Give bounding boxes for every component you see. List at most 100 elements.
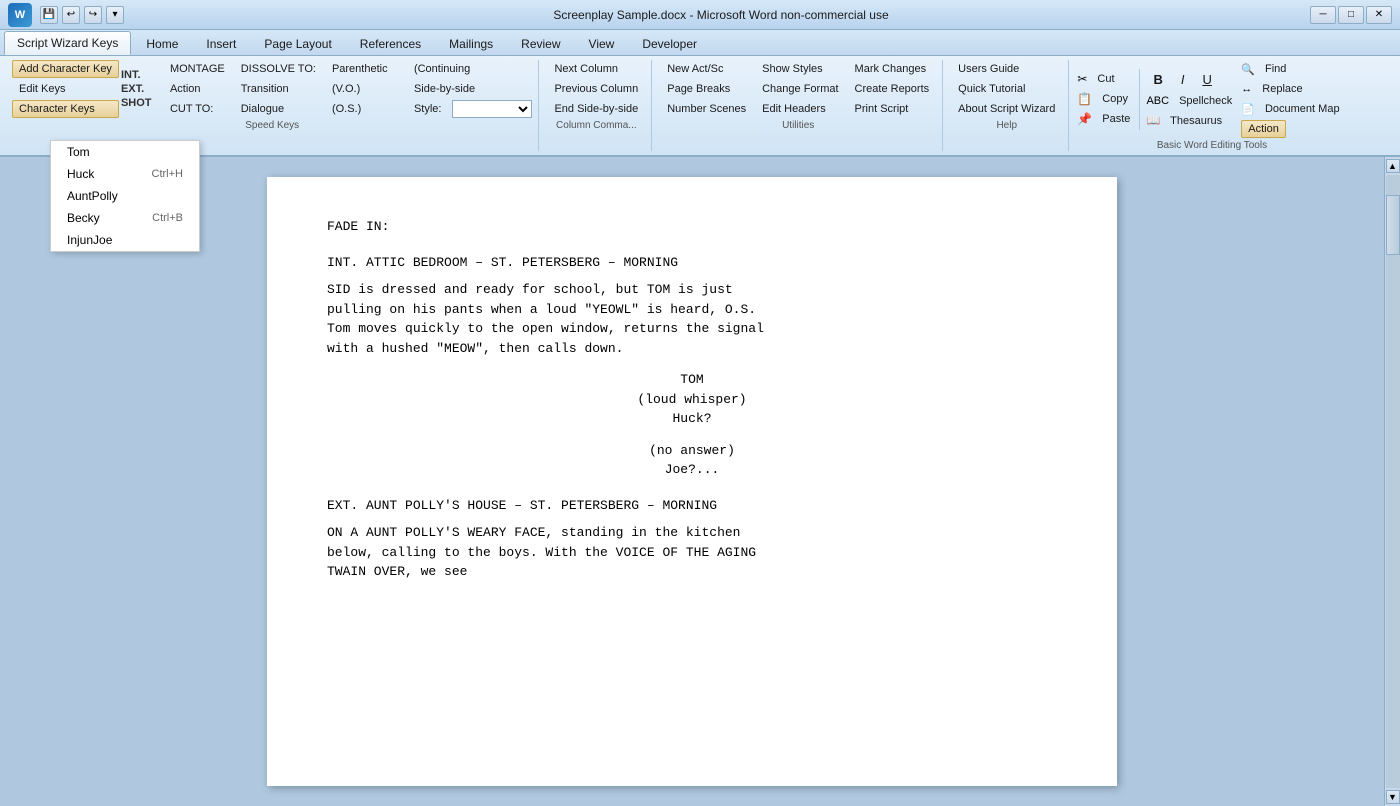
dialogue-2: Joe?...	[327, 460, 1057, 480]
underline-btn[interactable]: U	[1195, 69, 1218, 90]
action-type-btn[interactable]: Action	[163, 80, 232, 98]
newactsc-btn[interactable]: New Act/Sc	[660, 60, 753, 78]
end-sidebyside-btn[interactable]: End Side-by-side	[547, 100, 645, 118]
dialogue-btn[interactable]: Dialogue	[234, 100, 323, 118]
quick-access-toolbar: 💾 ↩ ↪ ▾	[40, 6, 124, 24]
pagebreaks-btn[interactable]: Page Breaks	[660, 80, 753, 98]
ribbon: Add Character Key Edit Keys Character Ke…	[0, 56, 1400, 157]
action-block-1: SID is dressed and ready for school, but…	[327, 280, 1057, 358]
ribbon-column-row: Next Column Previous Column End Side-by-…	[547, 60, 645, 118]
redo-btn[interactable]: ↪	[84, 6, 102, 24]
quicktutorial-btn[interactable]: Quick Tutorial	[951, 80, 1062, 98]
ribbon-col-column-cmds: Next Column Previous Column End Side-by-…	[547, 60, 645, 118]
scroll-up-arrow[interactable]: ▲	[1386, 159, 1400, 173]
ribbon-col-help: Users Guide Quick Tutorial About Script …	[951, 60, 1062, 118]
customize-btn[interactable]: ▾	[106, 6, 124, 24]
style-label: Style:	[407, 100, 449, 118]
dialogue-1: Huck?	[327, 409, 1057, 429]
paste-btn[interactable]: Paste	[1095, 110, 1137, 128]
minimize-btn[interactable]: ─	[1310, 6, 1336, 24]
cut-btn[interactable]: Cut	[1090, 70, 1121, 88]
tab-script-wizard-keys[interactable]: Script Wizard Keys	[4, 31, 131, 55]
numscenes-btn[interactable]: Number Scenes	[660, 100, 753, 118]
ribbon-col-clipboard: ✂ Cut 📋 Copy 📌 Paste	[1077, 70, 1137, 128]
action-tab-btn[interactable]: Action	[1241, 120, 1286, 138]
tab-home[interactable]: Home	[133, 32, 191, 55]
editheaders-btn[interactable]: Edit Headers	[755, 100, 845, 118]
logo-text: W	[15, 9, 25, 21]
bold-btn[interactable]: B	[1146, 69, 1169, 90]
ribbon-group-column: Next Column Previous Column End Side-by-…	[541, 60, 652, 151]
scroll-down-arrow[interactable]: ▼	[1386, 790, 1400, 804]
ribbon-col-utilities2: Show Styles Change Format Edit Headers	[755, 60, 845, 118]
ribbon-col-parens: Parenthetic (V.O.) (O.S.)	[325, 60, 405, 118]
undo-btn[interactable]: ↩	[62, 6, 80, 24]
tab-developer[interactable]: Developer	[629, 32, 710, 55]
character-keys-btn[interactable]: Character Keys	[12, 100, 119, 118]
tab-review[interactable]: Review	[508, 32, 573, 55]
column-comma-label: Column Comma...	[547, 120, 645, 131]
copy-btn[interactable]: Copy	[1095, 90, 1135, 108]
close-btn[interactable]: ✕	[1366, 6, 1392, 24]
dropdown-item-auntpolly[interactable]: AuntPolly	[51, 185, 199, 207]
documentmap-btn[interactable]: Document Map	[1258, 100, 1347, 118]
dropdown-item-huck[interactable]: Huck Ctrl+H	[51, 163, 199, 185]
scrollbar-thumb[interactable]	[1386, 195, 1400, 255]
tab-page-layout[interactable]: Page Layout	[251, 32, 344, 55]
window-controls: ─ □ ✕	[1310, 6, 1392, 24]
thesaurus-btn[interactable]: Thesaurus	[1163, 112, 1229, 130]
style-dropdown[interactable]	[452, 100, 532, 118]
ribbon-col-montage: MONTAGE Action CUT TO:	[163, 60, 232, 118]
vo-btn[interactable]: (V.O.)	[325, 80, 405, 98]
next-column-btn[interactable]: Next Column	[547, 60, 645, 78]
dissolve-btn[interactable]: DISSOLVE TO:	[234, 60, 323, 78]
dropdown-item-injunjoe[interactable]: InjunJoe	[51, 229, 199, 251]
action-block-2: ON A AUNT POLLY'S WEARY FACE, standing i…	[327, 523, 1057, 582]
ribbon-group-help: Users Guide Quick Tutorial About Script …	[945, 60, 1069, 151]
printscript-btn[interactable]: Print Script	[848, 100, 937, 118]
scene-heading-1: INT. ATTIC BEDROOM – ST. PETERSBERG – MO…	[327, 253, 1057, 273]
usersguide-btn[interactable]: Users Guide	[951, 60, 1062, 78]
showstyles-btn[interactable]: Show Styles	[755, 60, 845, 78]
prev-column-btn[interactable]: Previous Column	[547, 80, 645, 98]
add-character-key-btn[interactable]: Add Character Key	[12, 60, 119, 78]
restore-btn[interactable]: □	[1338, 6, 1364, 24]
document-scroll[interactable]: FADE IN: INT. ATTIC BEDROOM – ST. PETERS…	[0, 157, 1384, 806]
italic-btn[interactable]: I	[1174, 69, 1192, 90]
save-quick-btn[interactable]: 💾	[40, 6, 58, 24]
replace-btn[interactable]: Replace	[1255, 80, 1309, 98]
speedkeys-label: Speed Keys	[12, 120, 532, 131]
changeformat-btn[interactable]: Change Format	[755, 80, 845, 98]
spellcheck-btn[interactable]: Spellcheck	[1172, 92, 1239, 110]
document-page: FADE IN: INT. ATTIC BEDROOM – ST. PETERS…	[267, 177, 1117, 786]
cutto-btn[interactable]: CUT TO:	[163, 100, 232, 118]
title-bar: W 💾 ↩ ↪ ▾ Screenplay Sample.docx - Micro…	[0, 0, 1400, 30]
character-keys-dropdown: Tom Huck Ctrl+H AuntPolly Becky Ctrl+B I…	[50, 140, 200, 252]
edit-keys-btn[interactable]: Edit Keys	[12, 80, 119, 98]
createreports-btn[interactable]: Create Reports	[848, 80, 937, 98]
find-btn[interactable]: Find	[1258, 60, 1293, 78]
os-btn[interactable]: (O.S.)	[325, 100, 405, 118]
tab-view[interactable]: View	[576, 32, 628, 55]
tab-references[interactable]: References	[347, 32, 434, 55]
document-container: FADE IN: INT. ATTIC BEDROOM – ST. PETERS…	[0, 157, 1400, 806]
dropdown-item-huck-label: Huck	[67, 167, 142, 181]
markchanges-btn[interactable]: Mark Changes	[848, 60, 937, 78]
dropdown-item-tom[interactable]: Tom	[51, 141, 199, 163]
continuing-btn[interactable]: (Continuing	[407, 60, 533, 78]
montage-btn[interactable]: MONTAGE	[163, 60, 232, 78]
parenthetic-btn[interactable]: Parenthetic	[325, 60, 405, 78]
dropdown-item-becky[interactable]: Becky Ctrl+B	[51, 207, 199, 229]
sidebyside-btn[interactable]: Side-by-side	[407, 80, 533, 98]
scrollbar-track[interactable]	[1386, 175, 1400, 788]
fade-in-text: FADE IN:	[327, 217, 1057, 237]
tab-mailings[interactable]: Mailings	[436, 32, 506, 55]
tab-insert[interactable]: Insert	[193, 32, 249, 55]
dropdown-item-injunjoe-label: InjunJoe	[67, 233, 173, 247]
utilities-label: Utilities	[660, 120, 936, 131]
scrollbar[interactable]: ▲ ▼	[1384, 157, 1400, 806]
aboutscriptwizard-btn[interactable]: About Script Wizard	[951, 100, 1062, 118]
parenthetical-2: (no answer)	[327, 441, 1057, 461]
transition-btn[interactable]: Transition	[234, 80, 323, 98]
ribbon-col-formatting: B I U ABC Spellcheck 📖 Thesaurus	[1139, 69, 1239, 130]
